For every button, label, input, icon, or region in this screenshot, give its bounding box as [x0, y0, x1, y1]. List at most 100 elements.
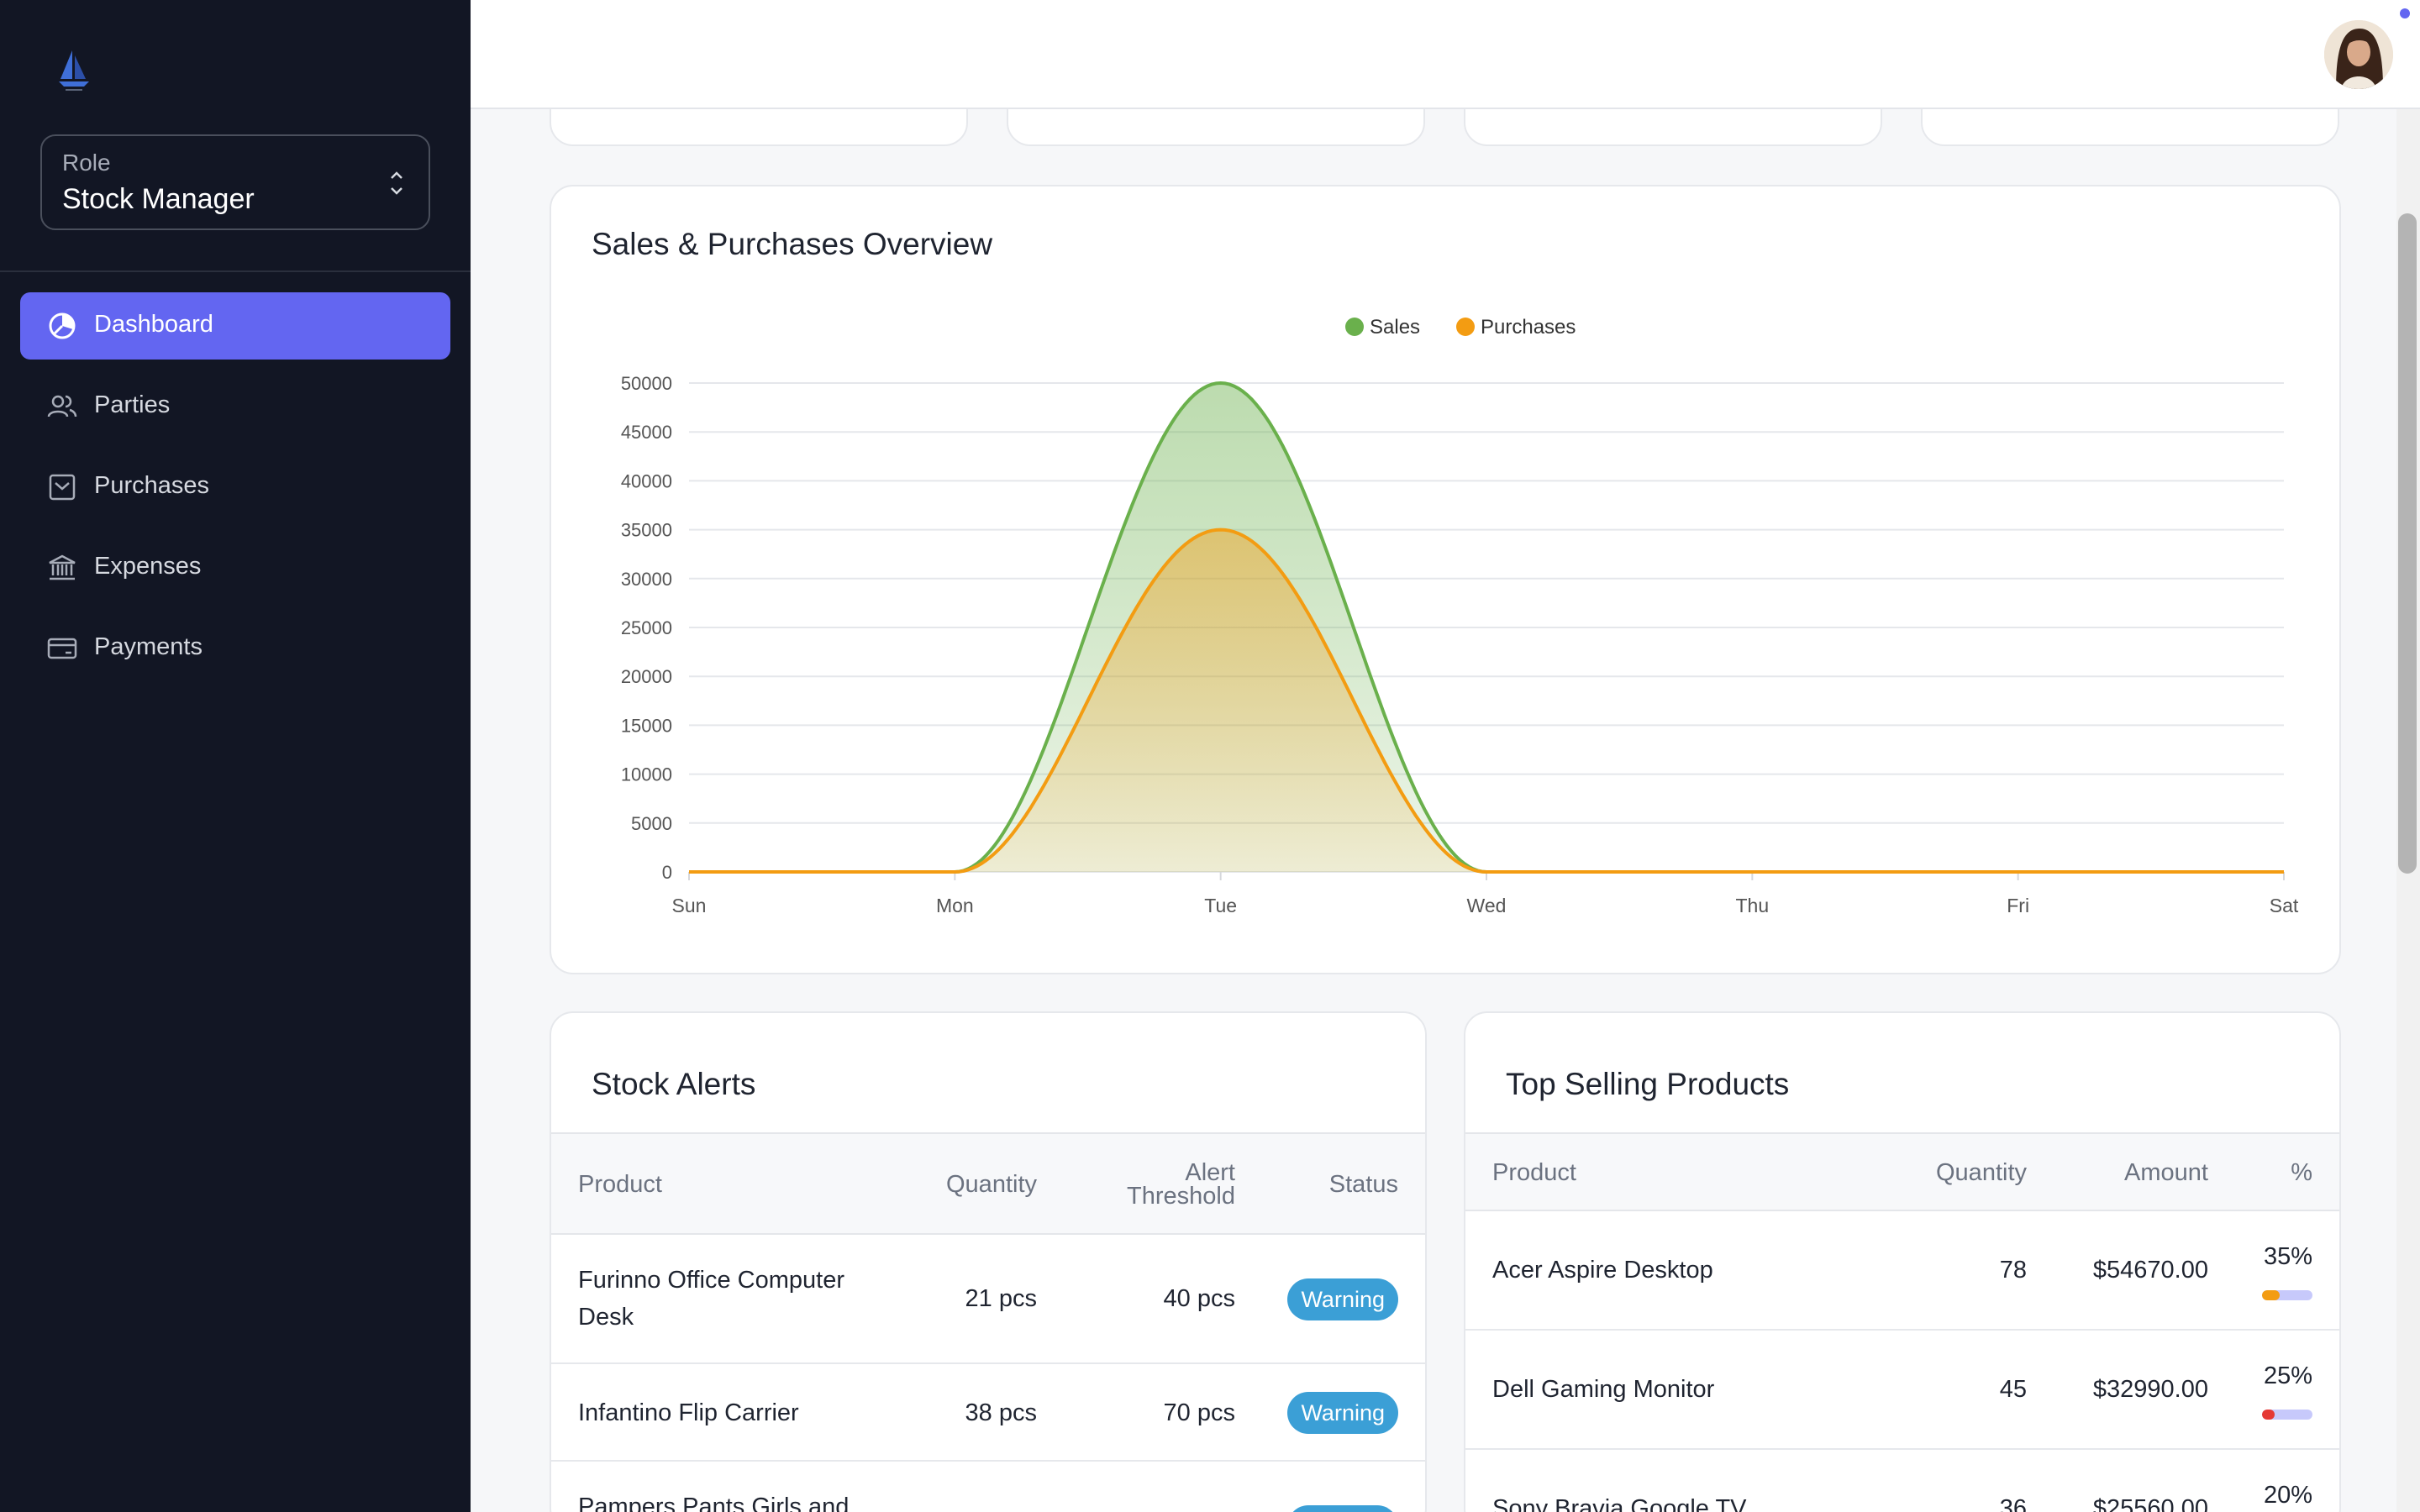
- table-row[interactable]: Dell Gaming Monitor 45 $32990.00 25%: [1465, 1331, 2339, 1450]
- y-tick-label: 10000: [621, 764, 672, 785]
- scrollbar-thumb[interactable]: [2398, 213, 2417, 874]
- sales-purchases-chart-card: Sales & Purchases Overview 0 5000 10000 150…: [550, 185, 2341, 974]
- sidebar-item-label: Expenses: [94, 553, 202, 580]
- table-row[interactable]: Furinno Office Computer Desk 21 pcs 40 p…: [551, 1235, 1425, 1364]
- table-row[interactable]: Sony Bravia Google TV 36 $25560.00 20%: [1465, 1450, 2339, 1512]
- status-badge: Warning: [1287, 1392, 1398, 1434]
- x-tick-label: Tue: [1204, 895, 1237, 916]
- y-tick-label: 45000: [621, 422, 672, 443]
- percent-cell: 35%: [2263, 1243, 2312, 1270]
- quantity-cell: 36: [1999, 1495, 2027, 1512]
- sidebar-divider: [0, 270, 471, 272]
- x-tick-label: Thu: [1736, 895, 1770, 916]
- amount-cell: $54670.00: [2092, 1257, 2208, 1284]
- percent-bar: [2262, 1290, 2312, 1300]
- top-selling-title: Top Selling Products: [1506, 1067, 1790, 1101]
- x-tick-label: Mon: [936, 895, 974, 916]
- product-name-cont: Desk: [578, 1304, 634, 1331]
- product-name: Acer Aspire Desktop: [1492, 1257, 1713, 1284]
- top-selling-card: Top Selling Products Product Quantity Am…: [1464, 1011, 2341, 1512]
- quantity-cell: 21 pcs: [965, 1285, 1037, 1312]
- pie-chart-icon: [49, 312, 76, 339]
- sidebar-item-payments[interactable]: Payments: [20, 615, 450, 682]
- y-tick-label: 50000: [621, 373, 672, 394]
- sidebar-item-label: Purchases: [94, 472, 210, 499]
- y-tick-label: 25000: [621, 617, 672, 638]
- stock-alerts-card: Stock Alerts Product Quantity Alert Thre…: [550, 1011, 1427, 1512]
- top-selling-header: Product Quantity Amount %: [1465, 1132, 2339, 1211]
- threshold-cell: 70 pcs: [1163, 1399, 1235, 1426]
- col-product: Product: [578, 1171, 662, 1198]
- product-name: Infantino Flip Carrier: [578, 1399, 799, 1426]
- y-tick-label: 5000: [631, 813, 672, 834]
- y-tick-label: 15000: [621, 715, 672, 736]
- sidebar-item-label: Parties: [94, 391, 171, 418]
- table-row[interactable]: Acer Aspire Desktop 78 $54670.00 35%: [1465, 1211, 2339, 1331]
- table-row[interactable]: Infantino Flip Carrier 38 pcs 70 pcs War…: [551, 1364, 1425, 1462]
- user-avatar[interactable]: [2324, 20, 2393, 89]
- col-product: Product: [1492, 1159, 1576, 1186]
- product-name: Furinno Office Computer: [578, 1267, 844, 1294]
- status-badge: [1287, 1505, 1398, 1512]
- quantity-cell: 78: [1999, 1257, 2027, 1284]
- x-tick-label: Fri: [2007, 895, 2029, 916]
- col-quantity: Quantity: [946, 1171, 1037, 1198]
- sidebar-item-expenses[interactable]: Expenses: [20, 534, 450, 601]
- sidebar-item-parties[interactable]: Parties: [20, 373, 450, 440]
- sales-legend-marker: [1345, 318, 1364, 336]
- y-tick-label: 0: [662, 862, 672, 883]
- product-name: Dell Gaming Monitor: [1492, 1376, 1715, 1403]
- role-label: Role: [62, 150, 111, 176]
- col-alert-threshold-line2: Threshold: [1127, 1183, 1235, 1210]
- percent-cell: 25%: [2263, 1362, 2312, 1389]
- percent-cell: 20%: [2263, 1482, 2312, 1509]
- table-row[interactable]: Pampers Pants Girls and: [551, 1462, 1425, 1512]
- credit-card-icon: [47, 638, 77, 659]
- bank-icon: [49, 554, 76, 580]
- sidebar-item-label: Payments: [94, 633, 203, 660]
- col-percent: %: [2291, 1159, 2312, 1186]
- purchases-legend-marker: [1456, 318, 1475, 336]
- sidebar-item-dashboard[interactable]: Dashboard: [20, 292, 450, 360]
- percent-bar-fill: [2262, 1410, 2275, 1420]
- y-tick-label: 30000: [621, 569, 672, 590]
- sidebar: Role Stock Manager Dashboard Parties Pur…: [0, 0, 471, 1512]
- role-value: Stock Manager: [62, 183, 255, 215]
- users-icon: [47, 395, 77, 417]
- percent-bar-fill: [2262, 1290, 2280, 1300]
- col-amount: Amount: [2124, 1159, 2208, 1186]
- sales-purchases-chart: 0 5000 10000 15000 20000 25000 30000 35000 40000…: [621, 316, 2299, 916]
- percent-bar: [2262, 1410, 2312, 1420]
- quantity-cell: 45: [1999, 1376, 2027, 1403]
- notification-dot: [2400, 8, 2410, 18]
- purchases-line: [689, 528, 2284, 874]
- y-tick-label: 35000: [621, 520, 672, 541]
- product-name: Pampers Pants Girls and: [578, 1494, 850, 1512]
- sales-legend-label: Sales: [1370, 316, 1420, 339]
- inbox-icon: [49, 474, 76, 501]
- avatar-photo: [2324, 20, 2393, 89]
- sidebar-item-purchases[interactable]: Purchases: [20, 454, 450, 521]
- sidebar-item-label: Dashboard: [94, 311, 213, 338]
- col-quantity: Quantity: [1936, 1159, 2027, 1186]
- purchases-legend-label: Purchases: [1481, 316, 1576, 339]
- y-tick-label: 20000: [621, 666, 672, 687]
- x-tick-label: Sat: [2270, 895, 2299, 916]
- stock-alerts-header: Product Quantity Alert Threshold Status: [551, 1132, 1425, 1235]
- amount-cell: $25560.00: [2092, 1495, 2208, 1512]
- threshold-cell: 40 pcs: [1163, 1285, 1235, 1312]
- y-tick-label: 40000: [621, 470, 672, 491]
- quantity-cell: 38 pcs: [965, 1399, 1037, 1426]
- stock-alerts-title: Stock Alerts: [592, 1067, 756, 1101]
- purchases-area: [689, 529, 2284, 872]
- x-tick-label: Wed: [1467, 895, 1507, 916]
- role-select[interactable]: Role Stock Manager: [40, 134, 430, 230]
- sailboat-logo-icon[interactable]: [55, 47, 92, 92]
- status-badge: Warning: [1287, 1278, 1398, 1320]
- product-name: Sony Bravia Google TV: [1492, 1495, 1747, 1512]
- x-tick-label: Sun: [672, 895, 707, 916]
- col-status: Status: [1328, 1171, 1398, 1198]
- chevron-up-down-icon: [391, 171, 402, 195]
- top-bar: [471, 0, 2420, 109]
- amount-cell: $32990.00: [2092, 1376, 2208, 1403]
